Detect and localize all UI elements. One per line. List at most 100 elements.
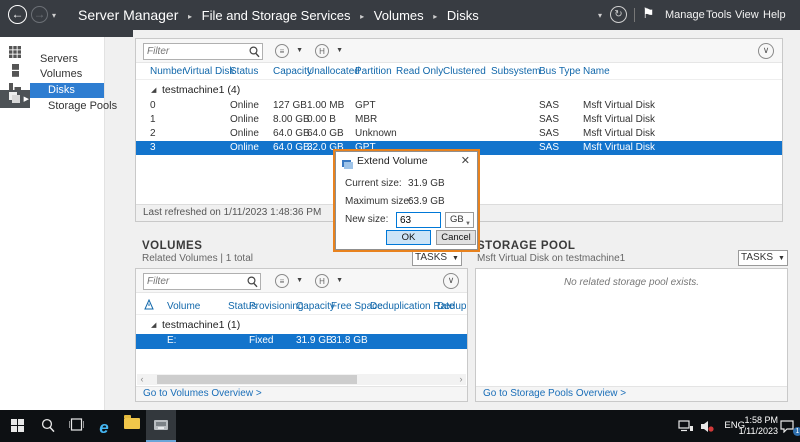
disk-icon: [342, 156, 353, 174]
column-header[interactable]: Dedup: [437, 301, 466, 312]
breadcrumb-item[interactable]: Server Manager: [78, 7, 178, 23]
clock[interactable]: 1:58 PM 1/11/2023: [739, 410, 778, 442]
breadcrumb: Server Manager ▸ File and Storage Servic…: [78, 7, 479, 23]
alerts-column-icon[interactable]: [144, 299, 154, 314]
volumes-tasks-button[interactable]: TASKS▼: [412, 250, 462, 266]
close-icon[interactable]: ✕: [461, 154, 470, 167]
menu-manage[interactable]: Manage: [665, 9, 705, 21]
column-header[interactable]: Read Only: [396, 66, 443, 77]
collapse-panel-button[interactable]: ∨: [758, 43, 774, 59]
scroll-right-icon[interactable]: ›: [456, 374, 466, 385]
volumes-subheading: Related Volumes | 1 total: [142, 253, 253, 264]
flag-icon[interactable]: ⚑: [642, 5, 655, 22]
volumes-filter-field[interactable]: [143, 273, 261, 290]
dialog-highlight-annotation: Extend Volume ✕ Current size: 31.9 GB Ma…: [333, 149, 480, 252]
breadcrumb-item[interactable]: Volumes: [374, 8, 424, 23]
scrollbar-thumb[interactable]: [157, 375, 357, 384]
breadcrumb-separator-icon: ▸: [354, 12, 370, 21]
menu-view[interactable]: View: [735, 9, 759, 21]
start-button[interactable]: [4, 410, 32, 442]
ok-button[interactable]: OK: [386, 230, 431, 245]
file-explorer-button[interactable]: [118, 410, 146, 442]
column-header[interactable]: Subsystem: [491, 66, 540, 77]
task-view-button[interactable]: [62, 410, 90, 442]
forward-button[interactable]: →: [31, 6, 48, 23]
toolbar-divider: [634, 8, 635, 22]
disks-filter-field[interactable]: [143, 43, 263, 60]
local-server-icon[interactable]: [0, 62, 30, 79]
column-header[interactable]: Virtual Disk: [184, 66, 234, 77]
go-to-storage-pools-overview-link[interactable]: Go to Storage Pools Overview >: [483, 388, 626, 399]
back-button[interactable]: ←: [8, 5, 27, 24]
maximum-size-label: Maximum size:: [345, 196, 412, 207]
server-manager-icon: [153, 418, 169, 432]
disk-row[interactable]: 2 Online 64.0 GB 64.0 GB Unknown SAS Msf…: [136, 127, 782, 141]
column-header[interactable]: Volume: [167, 301, 200, 312]
storage-pool-tasks-button[interactable]: TASKS▼: [738, 250, 788, 266]
history-dropdown-icon[interactable]: ▾: [52, 11, 56, 20]
notifications-dropdown-icon[interactable]: ▾: [598, 11, 602, 20]
sidebar-item-volumes[interactable]: Volumes: [30, 67, 104, 82]
horizontal-scrollbar[interactable]: ‹ ›: [137, 374, 466, 385]
caret-down-icon: ▼: [296, 277, 303, 284]
saved-queries-button[interactable]: H ▼: [314, 43, 346, 60]
caret-down-icon: ▼: [773, 255, 785, 262]
menu-tools[interactable]: Tools: [706, 9, 732, 21]
disks-filter-input[interactable]: [147, 44, 241, 59]
taskbar-search-button[interactable]: [34, 410, 62, 442]
network-icon[interactable]: [678, 410, 696, 442]
filter-criteria-button[interactable]: ≡ ▼: [274, 273, 306, 290]
filter-criteria-button[interactable]: ≡ ▼: [274, 43, 306, 60]
clock-time: 1:58 PM: [739, 415, 778, 426]
caret-down-icon: ▼: [296, 47, 303, 54]
sidebar-item-disks[interactable]: Disks: [30, 83, 104, 98]
column-header[interactable]: Clustered: [443, 66, 486, 77]
breadcrumb-item[interactable]: File and Storage Services: [202, 8, 351, 23]
internet-explorer-button[interactable]: e: [90, 410, 118, 442]
action-center-button[interactable]: 1: [780, 410, 798, 442]
collapse-triangle-icon[interactable]: ◢: [151, 321, 156, 329]
dashboard-icon[interactable]: [0, 44, 30, 61]
volumes-heading: VOLUMES: [142, 240, 202, 252]
column-header[interactable]: Partition: [355, 66, 392, 77]
collapse-panel-button[interactable]: ∨: [443, 273, 459, 289]
disk-row[interactable]: 1 Online 8.00 GB 0.00 B MBR SAS Msft Vir…: [136, 113, 782, 127]
search-icon: [41, 418, 55, 433]
cancel-button[interactable]: Cancel: [436, 230, 476, 245]
volume-row-selected[interactable]: E: Fixed 31.9 GB 31.8 GB: [136, 334, 467, 349]
unit-dropdown[interactable]: GB ▼: [445, 212, 474, 228]
sidebar-item-storage-pools[interactable]: Storage Pools: [30, 99, 104, 114]
notification-badge: 1: [793, 427, 800, 436]
column-header[interactable]: Unallocated: [307, 66, 360, 77]
column-header[interactable]: Name: [583, 66, 610, 77]
disk-row[interactable]: 0 Online 127 GB 1.00 MB GPT SAS Msft Vir…: [136, 99, 782, 113]
caret-down-icon: ▼: [447, 255, 459, 262]
go-to-volumes-overview-link[interactable]: Go to Volumes Overview >: [143, 388, 262, 399]
column-header[interactable]: Number: [150, 66, 186, 77]
server-manager-taskbar-button[interactable]: [146, 410, 176, 442]
caret-down-icon: ▼: [336, 47, 343, 54]
breadcrumb-item[interactable]: Disks: [447, 8, 479, 23]
disks-group-row[interactable]: ◢ testmachine1 (4): [136, 83, 782, 98]
volume-muted-icon[interactable]: [700, 410, 718, 442]
saved-queries-button[interactable]: H ▼: [314, 273, 346, 290]
column-header[interactable]: Bus Type: [539, 66, 581, 77]
file-storage-services-icon[interactable]: ▶: [0, 90, 30, 108]
collapse-triangle-icon[interactable]: ◢: [151, 86, 156, 94]
new-size-input[interactable]: [396, 212, 441, 228]
empty-state-text: No related storage pool exists.: [476, 277, 787, 288]
volumes-group-row[interactable]: ◢ testmachine1 (1): [136, 318, 467, 333]
column-header[interactable]: Status: [230, 66, 258, 77]
criteria-list-icon: ≡: [275, 274, 289, 288]
disks-table-header: Number Virtual Disk Status Capacity Unal…: [136, 64, 782, 80]
sidebar-item-servers[interactable]: Servers: [30, 52, 104, 67]
volumes-filter-input[interactable]: [147, 274, 240, 289]
column-header[interactable]: Capacity: [296, 301, 335, 312]
scroll-left-icon[interactable]: ‹: [137, 374, 147, 385]
caret-down-icon: ▼: [336, 277, 343, 284]
refresh-button[interactable]: ↻: [610, 6, 627, 23]
menu-help[interactable]: Help: [763, 9, 786, 21]
back-arrow-icon: ←: [12, 7, 24, 21]
search-icon: [249, 45, 260, 63]
criteria-list-icon: ≡: [275, 44, 289, 58]
